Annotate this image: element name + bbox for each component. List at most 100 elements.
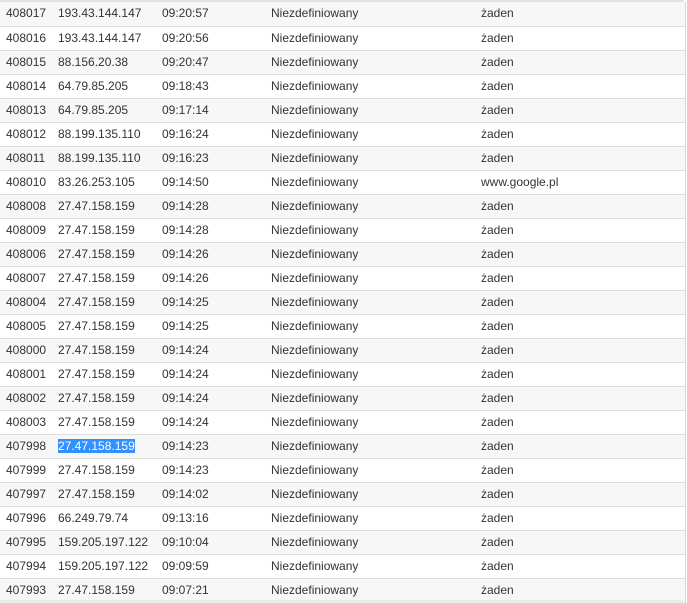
visit-time-cell: 09:10:04 bbox=[162, 530, 271, 555]
visit-time-cell: 09:09:59 bbox=[162, 554, 271, 579]
table-row[interactable]: 408017 193.43.144.147 09:20:57 Niezdefiniow… bbox=[0, 2, 685, 27]
ip-address-cell: 27.47.158.159 bbox=[58, 338, 162, 363]
referrer-cell: żaden bbox=[481, 338, 685, 363]
visit-type-cell: Niezdefiniowany bbox=[271, 50, 481, 75]
referrer-cell: żaden bbox=[481, 146, 685, 171]
ip-address-cell: 159.205.197.122 bbox=[58, 530, 162, 555]
table-row[interactable]: 407999 27.47.158.159 09:14:23 Niezdefiniowa… bbox=[0, 458, 685, 483]
visit-time-cell: 09:14:50 bbox=[162, 170, 271, 195]
referrer-cell: żaden bbox=[481, 122, 685, 147]
ip-address-cell: 88.156.20.38 bbox=[58, 50, 162, 75]
referrer-cell: żaden bbox=[481, 2, 685, 27]
visit-id-cell: 408004 bbox=[0, 290, 58, 315]
table-row[interactable]: 408005 27.47.158.159 09:14:25 Niezdefiniowa… bbox=[0, 314, 685, 339]
ip-address-cell: 27.47.158.159 bbox=[58, 266, 162, 291]
ip-address-cell: 27.47.158.159 bbox=[58, 386, 162, 411]
table-row[interactable]: 408003 27.47.158.159 09:14:24 Niezdefiniowa… bbox=[0, 410, 685, 435]
visit-type-cell: Niezdefiniowany bbox=[271, 578, 481, 603]
selected-ip-text[interactable]: 27.47.158.159 bbox=[58, 438, 135, 453]
visit-type-cell: Niezdefiniowany bbox=[271, 530, 481, 555]
ip-address-cell: 27.47.158.159 bbox=[58, 410, 162, 435]
referrer-cell: żaden bbox=[481, 266, 685, 291]
table-row[interactable]: 408010 83.26.253.105 09:14:50 Niezdefiniowa… bbox=[0, 170, 685, 195]
table-row[interactable]: 408011 88.199.135.110 09:16:23 Niezdefiniow… bbox=[0, 146, 685, 171]
visit-time-cell: 09:14:25 bbox=[162, 290, 271, 315]
visit-time-cell: 09:14:23 bbox=[162, 434, 271, 459]
table-row[interactable]: 407993 27.47.158.159 09:07:21 Niezdefiniowa… bbox=[0, 578, 685, 603]
ip-address-cell: 83.26.253.105 bbox=[58, 170, 162, 195]
table-row[interactable]: 408000 27.47.158.159 09:14:24 Niezdefiniowa… bbox=[0, 338, 685, 363]
table-row[interactable]: 408006 27.47.158.159 09:14:26 Niezdefiniowa… bbox=[0, 242, 685, 267]
table-row[interactable]: 407997 27.47.158.159 09:14:02 Niezdefiniowa… bbox=[0, 482, 685, 507]
table-row[interactable]: 408007 27.47.158.159 09:14:26 Niezdefiniowa… bbox=[0, 266, 685, 291]
referrer-cell: żaden bbox=[481, 434, 685, 459]
referrer-cell: żaden bbox=[481, 458, 685, 483]
visit-id-cell: 407996 bbox=[0, 506, 58, 531]
ip-address-cell: 27.47.158.159 bbox=[58, 482, 162, 507]
visit-time-cell: 09:14:25 bbox=[162, 314, 271, 339]
table-row[interactable]: 407998 27.47.158.159 09:14:23 Niezdefiniowa… bbox=[0, 434, 685, 459]
referrer-cell: żaden bbox=[481, 50, 685, 75]
visit-id-cell: 408013 bbox=[0, 98, 58, 123]
visit-id-cell: 408005 bbox=[0, 314, 58, 339]
table-row[interactable]: 407995 159.205.197.122 09:10:04 Niezdefinio… bbox=[0, 530, 685, 555]
visit-type-cell: Niezdefiniowany bbox=[271, 554, 481, 579]
table-row[interactable]: 408012 88.199.135.110 09:16:24 Niezdefiniow… bbox=[0, 122, 685, 147]
referrer-cell: żaden bbox=[481, 410, 685, 435]
ip-address-cell: 27.47.158.159 bbox=[58, 362, 162, 387]
visit-id-cell: 407994 bbox=[0, 554, 58, 579]
visit-time-cell: 09:20:57 bbox=[162, 2, 271, 27]
referrer-cell: żaden bbox=[481, 578, 685, 603]
ip-address-cell: 27.47.158.159 bbox=[58, 290, 162, 315]
table-row[interactable]: 408013 64.79.85.205 09:17:14 Niezdefiniowan… bbox=[0, 98, 685, 123]
table-row[interactable]: 408002 27.47.158.159 09:14:24 Niezdefiniowa… bbox=[0, 386, 685, 411]
referrer-cell: żaden bbox=[481, 26, 685, 51]
visits-log-body: 408017 193.43.144.147 09:20:57 Niezdefiniow… bbox=[0, 2, 685, 603]
visit-time-cell: 09:14:26 bbox=[162, 266, 271, 291]
visit-id-cell: 408017 bbox=[0, 2, 58, 27]
visit-id-cell: 408015 bbox=[0, 50, 58, 75]
visit-id-cell: 408000 bbox=[0, 338, 58, 363]
table-row[interactable]: 408014 64.79.85.205 09:18:43 Niezdefiniowan… bbox=[0, 74, 685, 99]
table-row[interactable]: 408016 193.43.144.147 09:20:56 Niezdefiniow… bbox=[0, 26, 685, 51]
visit-type-cell: Niezdefiniowany bbox=[271, 98, 481, 123]
visit-type-cell: Niezdefiniowany bbox=[271, 146, 481, 171]
visit-id-cell: 408006 bbox=[0, 242, 58, 267]
visit-type-cell: Niezdefiniowany bbox=[271, 290, 481, 315]
table-row[interactable]: 407996 66.249.79.74 09:13:16 Niezdefiniowan… bbox=[0, 506, 685, 531]
visit-id-cell: 407998 bbox=[0, 434, 58, 459]
visit-type-cell: Niezdefiniowany bbox=[271, 410, 481, 435]
table-row[interactable]: 408008 27.47.158.159 09:14:28 Niezdefiniowa… bbox=[0, 194, 685, 219]
visit-time-cell: 09:16:23 bbox=[162, 146, 271, 171]
table-row[interactable]: 408015 88.156.20.38 09:20:47 Niezdefiniowan… bbox=[0, 50, 685, 75]
table-row[interactable]: 407994 159.205.197.122 09:09:59 Niezdefinio… bbox=[0, 554, 685, 579]
visit-type-cell: Niezdefiniowany bbox=[271, 2, 481, 27]
referrer-cell: żaden bbox=[481, 482, 685, 507]
visit-type-cell: Niezdefiniowany bbox=[271, 362, 481, 387]
visit-time-cell: 09:14:26 bbox=[162, 242, 271, 267]
visit-id-cell: 407997 bbox=[0, 482, 58, 507]
visit-type-cell: Niezdefiniowany bbox=[271, 314, 481, 339]
referrer-cell: żaden bbox=[481, 290, 685, 315]
visit-id-cell: 408014 bbox=[0, 74, 58, 99]
visit-type-cell: Niezdefiniowany bbox=[271, 194, 481, 219]
ip-address-cell: 159.205.197.122 bbox=[58, 554, 162, 579]
visit-type-cell: Niezdefiniowany bbox=[271, 386, 481, 411]
ip-address-cell: 193.43.144.147 bbox=[58, 26, 162, 51]
ip-address-cell: 27.47.158.159 bbox=[58, 434, 162, 459]
visits-log-table: 408017 193.43.144.147 09:20:57 Niezdefiniow… bbox=[0, 2, 686, 603]
referrer-cell: żaden bbox=[481, 530, 685, 555]
ip-address-cell: 27.47.158.159 bbox=[58, 458, 162, 483]
visit-id-cell: 408011 bbox=[0, 146, 58, 171]
table-row[interactable]: 408009 27.47.158.159 09:14:28 Niezdefiniowa… bbox=[0, 218, 685, 243]
visit-id-cell: 408002 bbox=[0, 386, 58, 411]
table-row[interactable]: 408001 27.47.158.159 09:14:24 Niezdefiniowa… bbox=[0, 362, 685, 387]
visit-time-cell: 09:13:16 bbox=[162, 506, 271, 531]
visit-time-cell: 09:14:24 bbox=[162, 362, 271, 387]
visit-time-cell: 09:16:24 bbox=[162, 122, 271, 147]
referrer-cell: www.google.pl bbox=[481, 170, 685, 195]
visit-type-cell: Niezdefiniowany bbox=[271, 218, 481, 243]
table-row[interactable]: 408004 27.47.158.159 09:14:25 Niezdefiniowa… bbox=[0, 290, 685, 315]
visit-time-cell: 09:14:02 bbox=[162, 482, 271, 507]
ip-address-cell: 64.79.85.205 bbox=[58, 98, 162, 123]
